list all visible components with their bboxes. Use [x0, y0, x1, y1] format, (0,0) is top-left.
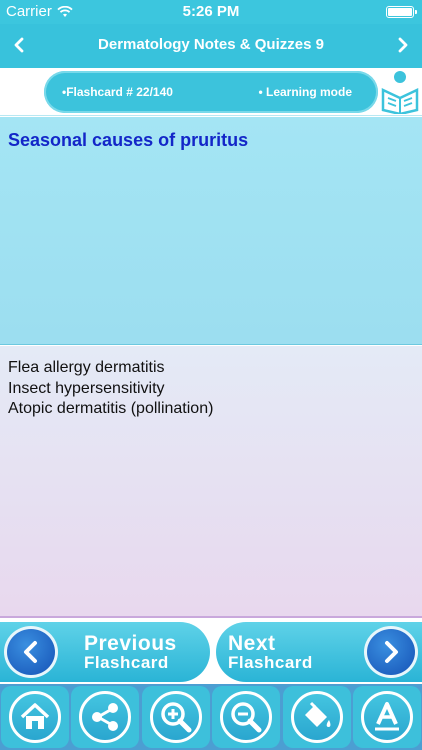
answer-line: Flea allergy dermatitis	[8, 359, 165, 376]
battery-icon	[386, 6, 417, 18]
previous-sublabel: Flashcard	[84, 653, 169, 672]
theme-button[interactable]	[282, 686, 351, 748]
share-icon	[92, 703, 119, 731]
font-button[interactable]	[352, 686, 421, 748]
chevron-left-icon	[14, 37, 24, 53]
previous-flashcard-button[interactable]: Previous Flashcard	[0, 622, 210, 682]
arrow-left-icon	[4, 626, 58, 678]
page-title: Dermatology Notes & Quizzes 9	[98, 36, 324, 53]
bottom-toolbar	[0, 684, 422, 750]
flashcard-counter: •Flashcard # 22/140	[62, 85, 173, 99]
answer-line: Insect hypersensitivity	[8, 379, 165, 397]
question-panel: Seasonal causes of pruritus	[0, 117, 422, 345]
answer-line: Atopic dermatitis (pollination)	[8, 400, 214, 417]
flashcard-info-pill: •Flashcard # 22/140 • Learning mode	[44, 71, 378, 113]
home-icon	[20, 703, 50, 729]
chevron-right-icon	[398, 37, 408, 53]
zoom-in-icon	[161, 702, 192, 733]
arrow-right-icon	[364, 626, 418, 678]
question-text: Seasonal causes of pruritus	[8, 130, 249, 150]
home-button[interactable]	[1, 686, 69, 748]
flashcard-info-strip: •Flashcard # 22/140 • Learning mode	[0, 68, 422, 116]
zoom-in-button[interactable]	[141, 686, 210, 748]
learning-mode-label: • Learning mode	[258, 85, 352, 99]
reader-icon	[381, 71, 419, 114]
back-button[interactable]	[6, 33, 32, 59]
paint-bucket-icon	[304, 701, 331, 727]
status-time: 5:26 PM	[182, 3, 240, 20]
zoom-out-button[interactable]	[212, 686, 281, 748]
next-sublabel: Flashcard	[228, 653, 313, 672]
status-bar: Carrier 5:26 PM	[0, 0, 422, 24]
next-flashcard-button[interactable]: Next Flashcard	[216, 622, 422, 682]
answer-panel: Flea allergy dermatitis Insect hypersens…	[0, 346, 422, 618]
pager: Previous Flashcard Next Flashcard	[0, 620, 422, 684]
zoom-out-icon	[231, 702, 262, 733]
share-button[interactable]	[71, 686, 140, 748]
nav-bar: Dermatology Notes & Quizzes 9	[0, 24, 422, 68]
answer-text: Flea allergy dermatitis Insect hypersens…	[8, 358, 213, 420]
font-icon	[374, 702, 399, 731]
forward-button[interactable]	[390, 33, 416, 59]
